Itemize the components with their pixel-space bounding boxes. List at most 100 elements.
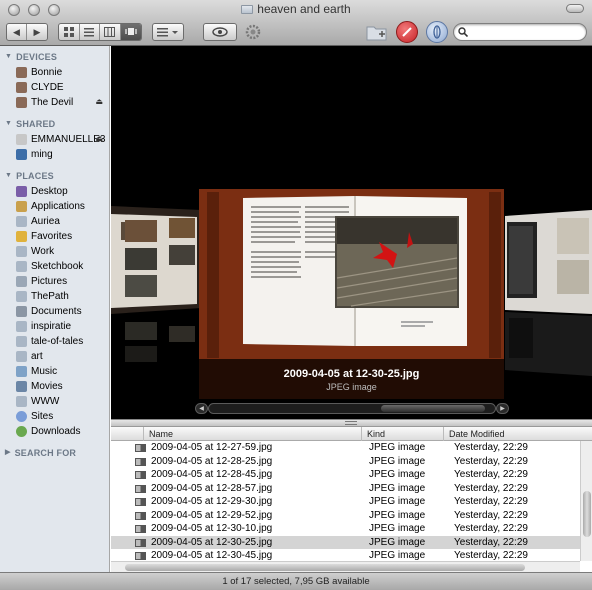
- vertical-scroll-thumb[interactable]: [583, 491, 591, 537]
- new-folder-button[interactable]: [366, 21, 388, 43]
- sidebar-item-work[interactable]: Work: [0, 244, 109, 259]
- sidebar-item-art[interactable]: art: [0, 349, 109, 364]
- file-row[interactable]: 2009-04-05 at 12-30-10.jpg JPEG image Yest…: [111, 522, 580, 536]
- view-mode-buttons: [58, 23, 142, 41]
- sidebar-item-label: Applications: [31, 201, 85, 212]
- left-covers[interactable]: [111, 206, 201, 382]
- sidebar-item-clyde[interactable]: CLYDE: [0, 80, 109, 95]
- image-thumbnail-icon: [135, 444, 146, 452]
- sidebar-item-label: The Devil: [31, 97, 74, 108]
- coverflow-scroll-thumb[interactable]: [381, 405, 485, 412]
- sidebar-item-sites[interactable]: Sites: [0, 409, 109, 424]
- sidebar-item-documents[interactable]: Documents: [0, 304, 109, 319]
- sidebar-item-the-devil[interactable]: The Devil ⏏: [0, 95, 109, 110]
- sidebar-item-downloads[interactable]: Downloads: [0, 424, 109, 439]
- toolbar-toggle-button[interactable]: [566, 4, 584, 13]
- file-list: 2009-04-05 at 12-27-59.jpg JPEG image Yest…: [111, 441, 580, 561]
- sidebar-heading-devices[interactable]: ▼ DEVICES: [0, 49, 109, 65]
- sidebar-item-bonnie[interactable]: Bonnie: [0, 65, 109, 80]
- new-folder-icon: [366, 26, 387, 41]
- arrange-menu[interactable]: [152, 23, 184, 41]
- get-info-button[interactable]: [426, 21, 448, 43]
- back-button[interactable]: ◀: [7, 24, 27, 40]
- list-view-button[interactable]: [80, 24, 100, 40]
- file-row[interactable]: 2009-04-05 at 12-28-45.jpg JPEG image Yest…: [111, 468, 580, 482]
- status-bar: 1 of 17 selected, 7,95 GB available: [0, 572, 592, 590]
- disclosure-expanded-icon[interactable]: ▼: [5, 49, 12, 65]
- coverflow-splitter[interactable]: [111, 419, 592, 427]
- sidebar-item-emmanuelle3[interactable]: EMMANUELLE3 ⏏: [0, 132, 109, 147]
- sidebar-item-applications[interactable]: Applications: [0, 199, 109, 214]
- action-gear-button[interactable]: [242, 21, 264, 43]
- sidebar-heading-label: DEVICES: [16, 52, 58, 62]
- search-input[interactable]: [471, 26, 586, 38]
- coverflow-view-button[interactable]: [120, 24, 141, 40]
- delete-button[interactable]: [396, 21, 418, 43]
- sidebar-item-label: Downloads: [31, 426, 81, 437]
- disclosure-collapsed-icon[interactable]: ▶: [5, 445, 11, 461]
- horizontal-scroll-thumb[interactable]: [125, 564, 525, 571]
- file-name: 2009-04-05 at 12-27-59.jpg: [151, 442, 273, 454]
- column-header-date-modified[interactable]: Date Modified: [443, 427, 586, 441]
- column-header-name[interactable]: Name: [143, 427, 361, 441]
- quick-look-button[interactable]: [204, 24, 236, 40]
- file-row[interactable]: 2009-04-05 at 12-30-25.jpg JPEG image Yest…: [111, 535, 580, 549]
- eject-icon[interactable]: ⏏: [95, 134, 103, 143]
- sidebar-heading-places[interactable]: ▼ PLACES: [0, 168, 109, 184]
- file-date-modified: Yesterday, 22:29: [454, 536, 528, 548]
- sidebar-item-desktop[interactable]: Desktop: [0, 184, 109, 199]
- sidebar-heading-search-for[interactable]: ▶ SEARCH FOR: [0, 445, 109, 461]
- disclosure-expanded-icon[interactable]: ▼: [5, 116, 12, 132]
- folder-icon: [16, 321, 27, 332]
- file-row[interactable]: 2009-04-05 at 12-28-57.jpg JPEG image Yest…: [111, 482, 580, 496]
- coverflow-scroll-right-button[interactable]: ▶: [496, 403, 509, 414]
- file-kind: JPEG image: [369, 536, 426, 548]
- sidebar-item-movies[interactable]: Movies: [0, 379, 109, 394]
- column-header-kind[interactable]: Kind: [361, 427, 443, 441]
- list-vertical-scrollbar[interactable]: [580, 441, 592, 561]
- file-row[interactable]: 2009-04-05 at 12-29-30.jpg JPEG image Yest…: [111, 495, 580, 509]
- sidebar-item-inspiratie[interactable]: inspiratie: [0, 319, 109, 334]
- file-date-modified: Yesterday, 22:29: [454, 523, 528, 535]
- sidebar-heading-shared[interactable]: ▼ SHARED: [0, 116, 109, 132]
- coverflow-item-name: 2009-04-05 at 12-30-25.jpg: [283, 368, 420, 380]
- column-view-button[interactable]: [100, 24, 121, 40]
- sidebar-item-www[interactable]: WWW: [0, 394, 109, 409]
- coverflow-scroll-left-button[interactable]: ◀: [195, 403, 208, 414]
- file-row[interactable]: 2009-04-05 at 12-30-45.jpg JPEG image Yest…: [111, 549, 580, 561]
- coverflow-view[interactable]: 2009-04-05 at 12-30-25.jpg JPEG image ◀ …: [111, 46, 592, 419]
- sidebar-item-thepath[interactable]: ThePath: [0, 289, 109, 304]
- image-thumbnail-icon: [135, 552, 146, 560]
- arrange-button[interactable]: [153, 24, 183, 40]
- list-horizontal-scrollbar[interactable]: [111, 561, 580, 572]
- sidebar-item-pictures[interactable]: Pictures: [0, 274, 109, 289]
- file-date-modified: Yesterday, 22:29: [454, 509, 528, 521]
- sidebar-item-tale-of-tales[interactable]: tale-of-tales: [0, 334, 109, 349]
- disclosure-expanded-icon[interactable]: ▼: [5, 168, 12, 184]
- search-icon: [458, 27, 468, 37]
- icon-view-button[interactable]: [59, 24, 80, 40]
- right-covers[interactable]: [505, 210, 592, 376]
- coverflow-scrollbar[interactable]: [208, 403, 496, 414]
- eject-icon[interactable]: ⏏: [95, 97, 103, 106]
- sidebar-item-sketchbook[interactable]: Sketchbook: [0, 259, 109, 274]
- back-arrow-icon: ◀: [13, 26, 20, 37]
- search-field[interactable]: [453, 23, 587, 41]
- sidebar-item-ming[interactable]: ming: [0, 147, 109, 162]
- file-row[interactable]: 2009-04-05 at 12-29-52.jpg JPEG image Yest…: [111, 509, 580, 523]
- desktop-icon: [16, 186, 27, 197]
- sites-icon: [16, 411, 27, 422]
- sidebar-item-favorites[interactable]: Favorites: [0, 229, 109, 244]
- file-row[interactable]: 2009-04-05 at 12-28-25.jpg JPEG image Yest…: [111, 455, 580, 469]
- folder-icon: [16, 336, 27, 347]
- forward-button[interactable]: ▶: [27, 24, 47, 40]
- info-icon: [433, 25, 441, 39]
- sidebar-item-auriea[interactable]: Auriea: [0, 214, 109, 229]
- sidebar-item-music[interactable]: Music: [0, 364, 109, 379]
- no-entry-icon: [402, 27, 412, 37]
- file-date-modified: Yesterday, 22:29: [454, 455, 528, 467]
- image-thumbnail-icon: [135, 484, 146, 493]
- file-kind: JPEG image: [369, 496, 426, 508]
- sidebar-item-label: Auriea: [31, 216, 60, 227]
- file-row[interactable]: 2009-04-05 at 12-27-59.jpg JPEG image Yest…: [111, 441, 580, 455]
